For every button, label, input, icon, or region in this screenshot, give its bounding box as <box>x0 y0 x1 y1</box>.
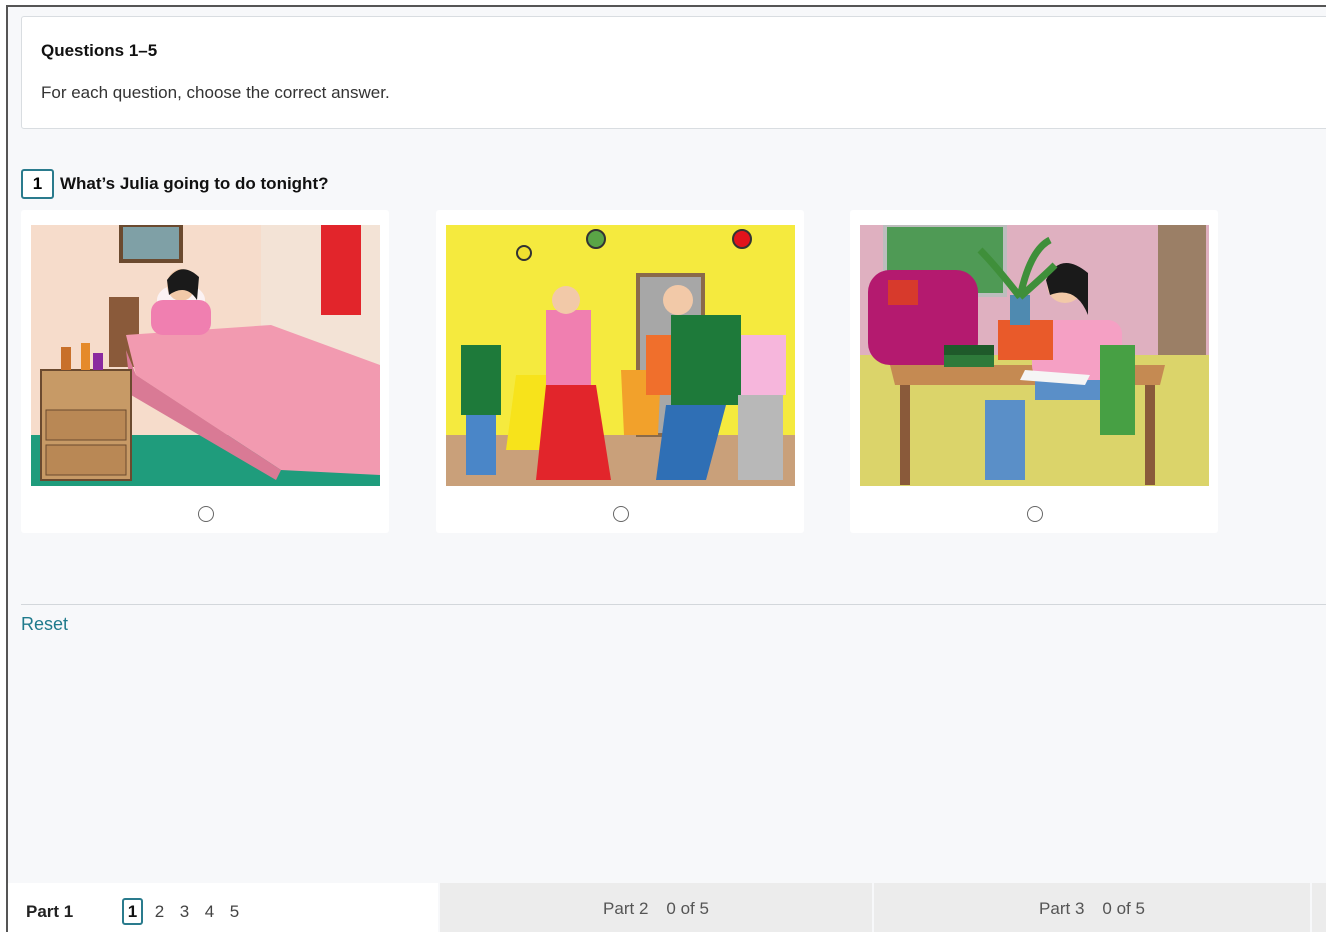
answer-option-c[interactable] <box>850 210 1218 533</box>
question-text: What’s Julia going to do tonight? <box>60 174 329 193</box>
party-dancing-illustration <box>446 225 795 486</box>
reading-book-illustration <box>860 225 1209 486</box>
reset-link[interactable]: Reset <box>21 614 68 635</box>
answer-option-b[interactable] <box>436 210 804 533</box>
part-2-count: 0 of 5 <box>666 898 709 918</box>
current-part-panel: Part 1 1 2 3 4 5 <box>8 883 438 932</box>
question-nav-3[interactable]: 3 <box>172 902 197 922</box>
question-nav-1[interactable]: 1 <box>122 898 143 925</box>
instructions-text: For each question, choose the correct an… <box>41 83 390 102</box>
option-c-radio[interactable] <box>1027 506 1043 522</box>
question-header: 1 What’s Julia going to do tonight? <box>21 168 329 200</box>
content-divider <box>21 604 1326 605</box>
answer-option-a[interactable] <box>21 210 389 533</box>
exam-frame: Questions 1–5 For each question, choose … <box>6 5 1326 932</box>
sleeping-in-bed-illustration <box>31 225 380 486</box>
part-navigation-footer: Part 1 1 2 3 4 5 Part 2 0 of 5 Part 3 0 … <box>8 883 1326 932</box>
part-2-label: Part 2 <box>603 898 649 918</box>
instructions-title: Questions 1–5 <box>41 41 158 60</box>
question-nav-4[interactable]: 4 <box>197 902 222 922</box>
part-2-tab[interactable]: Part 2 0 of 5 <box>440 883 872 932</box>
question-navigator: 1 2 3 4 5 <box>122 898 247 925</box>
instructions-panel: Questions 1–5 For each question, choose … <box>21 16 1326 129</box>
option-a-radio[interactable] <box>198 506 214 522</box>
part-3-label: Part 3 <box>1039 898 1085 918</box>
option-b-radio[interactable] <box>613 506 629 522</box>
question-number-badge: 1 <box>21 169 54 199</box>
question-nav-5[interactable]: 5 <box>222 902 247 922</box>
part-3-count: 0 of 5 <box>1102 898 1145 918</box>
question-nav-2[interactable]: 2 <box>147 902 172 922</box>
current-part-label: Part 1 <box>26 902 74 921</box>
part-3-tab[interactable]: Part 3 0 of 5 <box>874 883 1310 932</box>
next-part-tab-edge[interactable] <box>1312 883 1326 932</box>
